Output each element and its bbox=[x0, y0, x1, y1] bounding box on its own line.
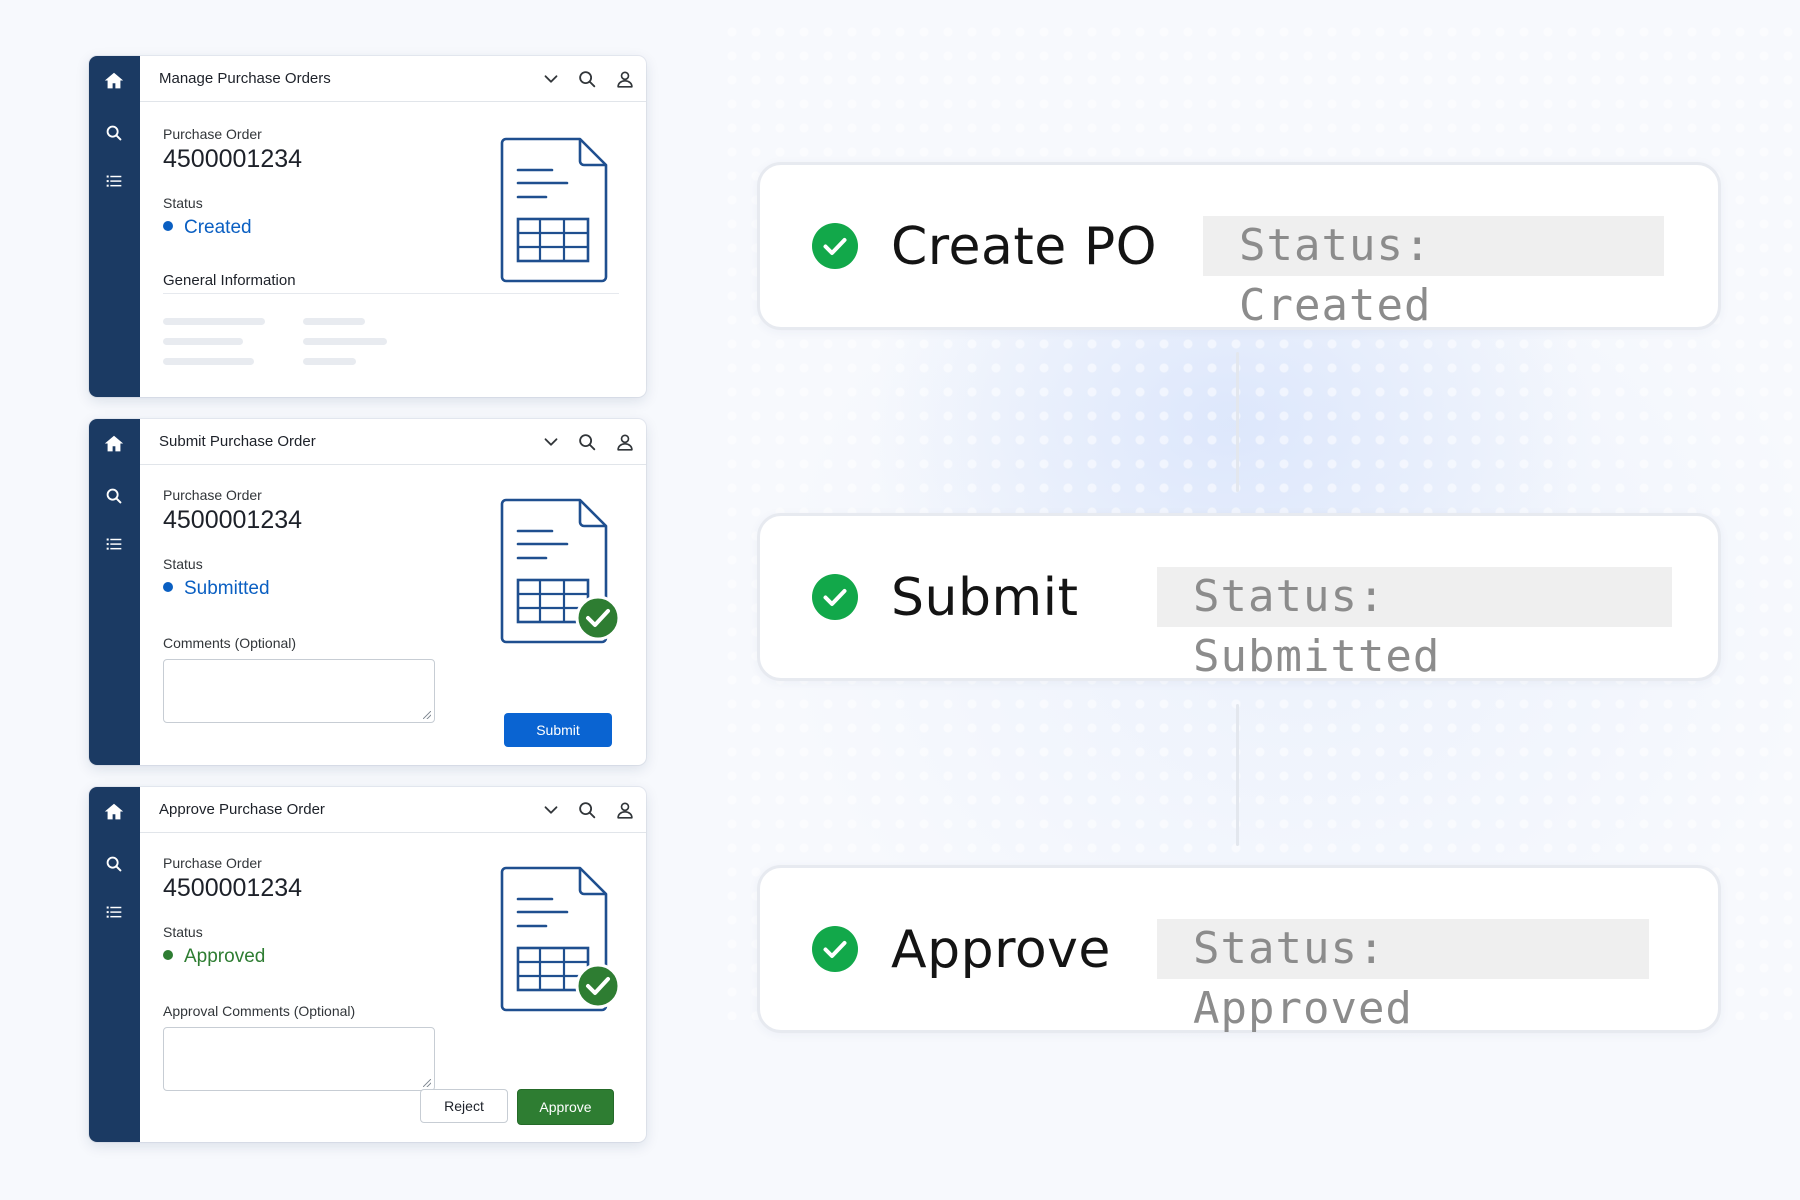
home-icon[interactable] bbox=[103, 70, 125, 92]
status-badge: Status: Approved bbox=[1157, 919, 1649, 1034]
placeholder-line bbox=[303, 338, 387, 345]
status-label: Status bbox=[163, 195, 203, 211]
submit-button[interactable]: Submit bbox=[504, 713, 612, 747]
reject-button[interactable]: Reject bbox=[420, 1089, 508, 1123]
chevron-down-icon[interactable] bbox=[540, 799, 562, 821]
step-connector bbox=[1236, 704, 1239, 846]
placeholder-line bbox=[303, 318, 365, 325]
placeholder-line bbox=[163, 318, 265, 325]
po-number: 4500001234 bbox=[163, 145, 303, 173]
document-table-icon bbox=[494, 862, 624, 1012]
step-title: Approve bbox=[891, 920, 1111, 980]
step-title: Create PO bbox=[891, 217, 1158, 277]
side-rail bbox=[89, 419, 140, 765]
step-card-approve: Approve Status: Approved bbox=[757, 865, 1721, 1034]
status-dot bbox=[163, 950, 173, 960]
list-icon[interactable] bbox=[103, 533, 125, 555]
panel-title: Manage Purchase Orders bbox=[159, 70, 331, 87]
po-number: 4500001234 bbox=[163, 874, 303, 902]
home-icon[interactable] bbox=[103, 801, 125, 823]
document-table-icon bbox=[494, 133, 624, 283]
status-value: Created bbox=[163, 217, 252, 239]
approve-po-panel: Approve Purchase Order Purchase Order 45… bbox=[89, 787, 646, 1142]
check-circle-icon bbox=[812, 574, 858, 620]
step-card-create: Create PO Status: Created bbox=[757, 162, 1721, 331]
status-label: Status bbox=[163, 556, 203, 572]
search-icon[interactable] bbox=[576, 799, 598, 821]
panel-title: Approve Purchase Order bbox=[159, 801, 325, 818]
panel-header: Submit Purchase Order bbox=[140, 419, 646, 465]
placeholder-line bbox=[163, 358, 254, 365]
check-circle-icon bbox=[812, 926, 858, 972]
status-text: Approved bbox=[184, 946, 266, 967]
po-label: Purchase Order bbox=[163, 487, 262, 503]
chevron-down-icon[interactable] bbox=[540, 68, 562, 90]
step-title: Submit bbox=[891, 568, 1079, 628]
section-title: General Information bbox=[163, 272, 296, 289]
step-card-submit: Submit Status: Submitted bbox=[757, 513, 1721, 682]
search-icon[interactable] bbox=[103, 122, 125, 144]
status-dot bbox=[163, 221, 173, 231]
status-value: Submitted bbox=[163, 578, 270, 600]
list-icon[interactable] bbox=[103, 170, 125, 192]
user-icon[interactable] bbox=[614, 799, 636, 821]
check-circle-icon bbox=[812, 223, 858, 269]
search-icon[interactable] bbox=[103, 485, 125, 507]
panel-header: Approve Purchase Order bbox=[140, 787, 646, 833]
status-dot bbox=[163, 582, 173, 592]
user-icon[interactable] bbox=[614, 68, 636, 90]
search-icon[interactable] bbox=[103, 853, 125, 875]
approval-comments-textarea[interactable] bbox=[163, 1027, 435, 1091]
status-text: Created bbox=[184, 217, 252, 238]
status-badge: Status: Submitted bbox=[1157, 567, 1672, 682]
status-text: Submitted bbox=[184, 578, 270, 599]
panel-header: Manage Purchase Orders bbox=[140, 56, 646, 102]
side-rail bbox=[89, 56, 140, 397]
status-badge: Status: Created bbox=[1203, 216, 1664, 331]
panel-title: Submit Purchase Order bbox=[159, 433, 316, 450]
submit-po-panel: Submit Purchase Order Purchase Order 450… bbox=[89, 419, 646, 765]
side-rail bbox=[89, 787, 140, 1142]
comments-label: Comments (Optional) bbox=[163, 635, 297, 651]
search-icon[interactable] bbox=[576, 431, 598, 453]
step-connector bbox=[1236, 352, 1239, 492]
document-table-icon bbox=[494, 494, 624, 644]
search-icon[interactable] bbox=[576, 68, 598, 90]
placeholder-line bbox=[303, 358, 356, 365]
status-label: Status bbox=[163, 924, 203, 940]
chevron-down-icon[interactable] bbox=[540, 431, 562, 453]
placeholder-line bbox=[163, 338, 243, 345]
po-number: 4500001234 bbox=[163, 506, 303, 534]
po-label: Purchase Order bbox=[163, 855, 262, 871]
list-icon[interactable] bbox=[103, 901, 125, 923]
comments-textarea[interactable] bbox=[163, 659, 435, 723]
home-icon[interactable] bbox=[103, 433, 125, 455]
status-value: Approved bbox=[163, 946, 265, 968]
section-divider bbox=[163, 293, 619, 294]
approve-button[interactable]: Approve bbox=[517, 1089, 614, 1125]
approval-comments-label: Approval Comments (Optional) bbox=[163, 1003, 356, 1019]
manage-po-panel: Manage Purchase Orders Purchase Order 45… bbox=[89, 56, 646, 397]
user-icon[interactable] bbox=[614, 431, 636, 453]
po-label: Purchase Order bbox=[163, 126, 262, 142]
